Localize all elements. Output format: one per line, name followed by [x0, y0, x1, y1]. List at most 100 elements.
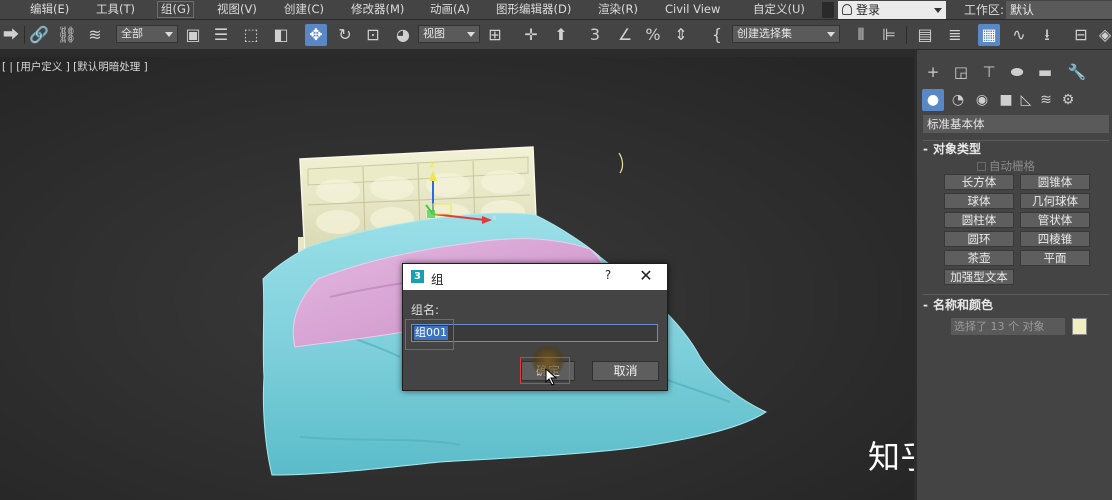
autogrid-checkbox[interactable]: 自动栅格: [977, 158, 1035, 174]
mirror-icon[interactable]: ⫴: [850, 24, 872, 46]
keyboard-shortcut-icon[interactable]: ⬆: [550, 24, 572, 46]
object-name-field[interactable]: 选择了 13 个 对象: [951, 318, 1065, 335]
systems-icon[interactable]: ⚙: [1057, 89, 1079, 111]
link-icon[interactable]: 🔗: [28, 24, 50, 46]
svg-text:x: x: [492, 213, 497, 222]
name-color-rollout-header[interactable]: - 名称和颜色: [923, 296, 993, 313]
rect-region-icon[interactable]: ⬚: [240, 24, 262, 46]
move-icon[interactable]: ✥: [305, 24, 327, 46]
workspace-select[interactable]: 默认: [1006, 1, 1112, 19]
snap-toggle-icon[interactable]: 3: [584, 24, 606, 46]
helpers-icon[interactable]: ◺: [1015, 89, 1037, 111]
svg-text:z: z: [430, 160, 434, 169]
window-crossing-icon[interactable]: ◧: [270, 24, 292, 46]
login-label: 登录: [856, 3, 881, 17]
category-dropdown[interactable]: 标准基本体: [923, 115, 1109, 133]
close-icon[interactable]: ✕: [637, 266, 655, 286]
menu-overflow[interactable]: [822, 2, 834, 18]
geosphere-button[interactable]: 几何球体: [1020, 193, 1090, 209]
toolbar-divider: [24, 26, 25, 44]
app-logo-icon: 3: [411, 270, 424, 283]
torus-button[interactable]: 圆环: [944, 231, 1014, 247]
layer-explorer-icon[interactable]: ≣: [944, 24, 966, 46]
menu-group[interactable]: 组(G): [157, 1, 195, 18]
menu-views[interactable]: 视图(V): [215, 1, 259, 18]
tube-button[interactable]: 管状体: [1020, 212, 1090, 228]
help-icon[interactable]: ?: [601, 268, 615, 282]
place-icon[interactable]: ◕: [392, 24, 414, 46]
geometry-icon[interactable]: ●: [922, 89, 944, 111]
motion-tab-icon[interactable]: ⬬: [1006, 62, 1028, 82]
chevron-down-icon: [165, 32, 173, 37]
reference-coord-dropdown[interactable]: 视图: [418, 25, 480, 43]
named-selection-dropdown[interactable]: 创建选择集: [732, 25, 840, 43]
menu-rendering[interactable]: 渲染(R): [596, 1, 640, 18]
align-icon[interactable]: ⊫: [878, 24, 900, 46]
menu-civil-view[interactable]: Civil View: [663, 1, 722, 18]
lights-icon[interactable]: ◉: [971, 89, 993, 111]
edit-named-selection-icon[interactable]: {: [706, 24, 728, 46]
checkbox-icon: [977, 162, 986, 171]
dialog-titlebar[interactable]: 3 组 ? ✕: [403, 264, 667, 290]
menu-graph-editors[interactable]: 图形编辑器(D): [494, 1, 573, 18]
hierarchy-tab-icon[interactable]: ⊤: [978, 62, 1000, 82]
menu-edit[interactable]: 编辑(E): [28, 1, 71, 18]
sphere-button[interactable]: 球体: [944, 193, 1014, 209]
text-plus-button[interactable]: 加强型文本: [944, 269, 1014, 285]
cylinder-button[interactable]: 圆柱体: [944, 212, 1014, 228]
cameras-icon[interactable]: ■: [995, 89, 1017, 111]
curve-editor-icon[interactable]: ∿: [1008, 24, 1030, 46]
plane-button[interactable]: 平面: [1020, 250, 1090, 266]
selection-filter-dropdown[interactable]: 全部: [116, 25, 178, 43]
material-editor-icon[interactable]: ⊟: [1070, 24, 1092, 46]
redo-icon[interactable]: ⮕: [0, 24, 22, 46]
menu-customize[interactable]: 自定义(U): [751, 1, 807, 18]
pivot-center-icon[interactable]: ⊞: [484, 24, 506, 46]
rotate-icon[interactable]: ↻: [334, 24, 356, 46]
teapot-button[interactable]: 茶壶: [944, 250, 1014, 266]
spinner-snap-icon[interactable]: ⇕: [670, 24, 692, 46]
dialog-title: 组: [431, 272, 444, 287]
display-tab-icon[interactable]: ▬: [1034, 62, 1056, 82]
space-warps-icon[interactable]: ≋: [1035, 89, 1057, 111]
select-object-icon[interactable]: ▣: [182, 24, 204, 46]
menu-animation[interactable]: 动画(A): [428, 1, 472, 18]
object-type-rollout-header[interactable]: - 对象类型: [923, 140, 981, 157]
chevron-down-icon: [827, 32, 835, 37]
unlink-icon[interactable]: ⛓: [56, 24, 78, 46]
collapse-icon: -: [923, 298, 928, 312]
autogrid-label: 自动栅格: [989, 159, 1035, 173]
menu-tools[interactable]: 工具(T): [94, 1, 137, 18]
create-tab-icon[interactable]: +: [922, 62, 944, 82]
object-color-swatch[interactable]: [1072, 318, 1087, 335]
shapes-icon[interactable]: ◔: [947, 89, 969, 111]
utilities-tab-icon[interactable]: 🔧: [1066, 62, 1088, 82]
pyramid-button[interactable]: 四棱锥: [1020, 231, 1090, 247]
menu-bar: 编辑(E) 工具(T) 组(G) 视图(V) 创建(C) 修改器(M) 动画(A…: [0, 0, 1112, 20]
angle-snap-icon[interactable]: ∠: [614, 24, 636, 46]
modify-tab-icon[interactable]: ◲: [950, 62, 972, 82]
login-button[interactable]: 登录: [838, 1, 946, 19]
reference-coord-value: 视图: [423, 27, 445, 40]
viewport-label[interactable]: [ | [用户定义 ] [默认明暗处理 ]: [2, 59, 148, 74]
scene-explorer-icon[interactable]: ▤: [914, 24, 936, 46]
bind-space-warp-icon[interactable]: ≋: [84, 24, 106, 46]
schematic-view-icon[interactable]: ⭳: [1036, 24, 1058, 46]
cancel-button[interactable]: 取消: [592, 361, 659, 381]
object-type-title: 对象类型: [933, 142, 982, 156]
selection-filter-value: 全部: [121, 27, 143, 40]
select-by-name-icon[interactable]: ☰: [210, 24, 232, 46]
toggle-ribbon-icon[interactable]: ▦: [978, 24, 1000, 46]
named-selection-value: 创建选择集: [737, 27, 792, 40]
box-button[interactable]: 长方体: [944, 174, 1014, 190]
scale-icon[interactable]: ⊡: [362, 24, 384, 46]
render-setup-icon[interactable]: ◈: [1094, 24, 1112, 46]
collapse-icon: -: [923, 142, 928, 156]
toolbar-divider: [906, 26, 907, 44]
menu-modifiers[interactable]: 修改器(M): [349, 1, 406, 18]
cone-button[interactable]: 圆锥体: [1020, 174, 1090, 190]
menu-create[interactable]: 创建(C): [282, 1, 326, 18]
select-manipulate-icon[interactable]: ✛: [520, 24, 542, 46]
chevron-down-icon: [467, 32, 475, 37]
percent-snap-icon[interactable]: %: [642, 24, 664, 46]
